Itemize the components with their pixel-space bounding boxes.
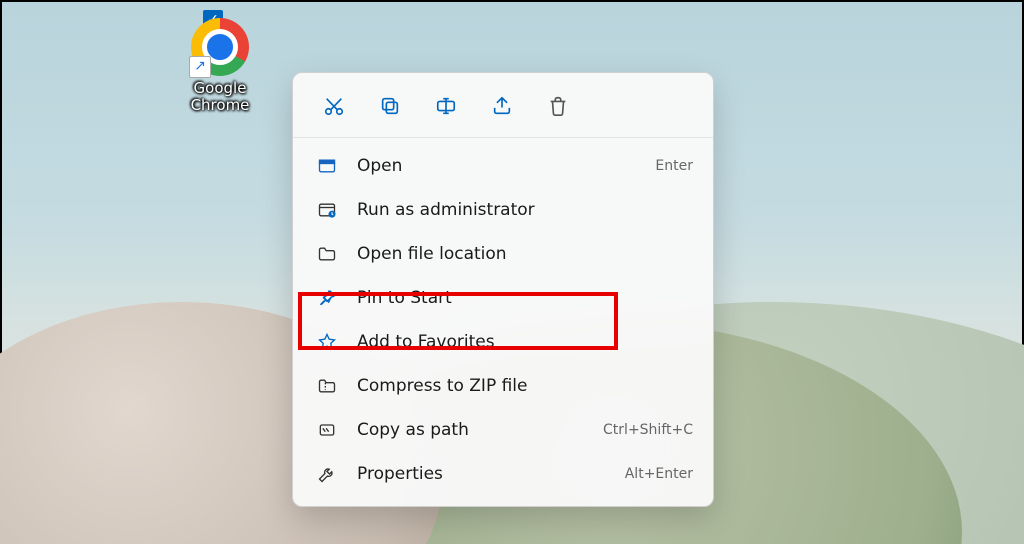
menu-item-label: Run as administrator <box>357 200 535 220</box>
share-icon <box>491 95 513 117</box>
menu-item-compress[interactable]: Compress to ZIP file <box>301 364 705 408</box>
menu-item-label: Pin to Start <box>357 288 452 308</box>
zip-icon <box>313 376 341 396</box>
shield-icon <box>313 200 341 220</box>
menu-item-copy-path[interactable]: Copy as path Ctrl+Shift+C <box>301 408 705 452</box>
menu-item-properties[interactable]: Properties Alt+Enter <box>301 452 705 496</box>
menu-item-open[interactable]: Open Enter <box>301 144 705 188</box>
context-menu: Open Enter Run as administrator Open file l… <box>292 72 714 507</box>
menu-item-accelerator: Alt+Enter <box>625 466 693 482</box>
delete-icon <box>547 95 569 117</box>
cut-icon <box>323 95 345 117</box>
chrome-icon: ✓ ↗ <box>191 18 249 76</box>
rename-icon <box>435 95 457 117</box>
cut-button[interactable] <box>317 89 351 123</box>
menu-item-label: Properties <box>357 464 443 484</box>
menu-item-label: Compress to ZIP file <box>357 376 528 396</box>
star-icon <box>313 332 341 352</box>
copy-button[interactable] <box>373 89 407 123</box>
menu-item-open-loc[interactable]: Open file location <box>301 232 705 276</box>
menu-item-add-fav[interactable]: Add to Favorites <box>301 320 705 364</box>
desktop-shortcut-label: Google Chrome <box>180 80 260 114</box>
menu-item-label: Add to Favorites <box>357 332 495 352</box>
wrench-icon <box>313 464 341 484</box>
menu-item-label: Open file location <box>357 244 507 264</box>
app-icon <box>313 156 341 176</box>
copypath-icon <box>313 420 341 440</box>
menu-item-label: Open <box>357 156 402 176</box>
menu-item-accelerator: Ctrl+Shift+C <box>603 422 693 438</box>
copy-icon <box>379 95 401 117</box>
rename-button[interactable] <box>429 89 463 123</box>
desktop-shortcut-chrome[interactable]: ✓ ↗ Google Chrome <box>180 10 260 114</box>
folder-icon <box>313 244 341 264</box>
context-menu-toolbar <box>293 73 713 138</box>
menu-item-run-admin[interactable]: Run as administrator <box>301 188 705 232</box>
menu-item-accelerator: Enter <box>655 158 693 174</box>
share-button[interactable] <box>485 89 519 123</box>
pin-icon <box>313 288 341 308</box>
menu-item-label: Copy as path <box>357 420 469 440</box>
delete-button[interactable] <box>541 89 575 123</box>
shortcut-arrow-icon: ↗ <box>189 56 211 78</box>
menu-item-pin-start[interactable]: Pin to Start <box>301 276 705 320</box>
